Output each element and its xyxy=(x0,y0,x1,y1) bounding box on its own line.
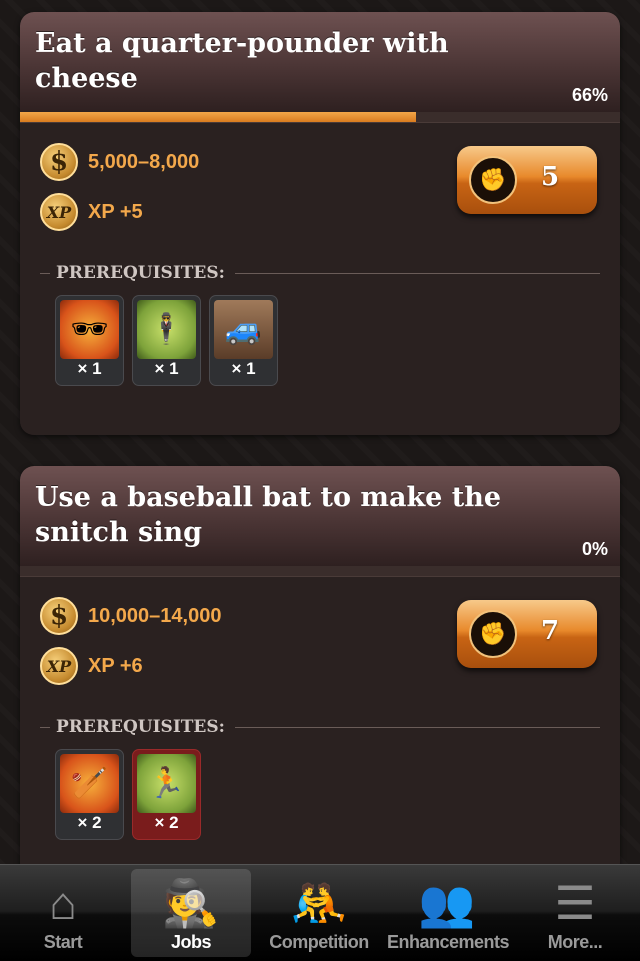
job-title: Eat a quarter-pounder with cheese xyxy=(35,28,449,94)
prereq-count: × 2 xyxy=(77,813,102,832)
prereq-count: × 2 xyxy=(154,813,179,832)
list-icon: ☰ xyxy=(554,877,596,929)
job-progress-percent: 0% xyxy=(581,539,608,559)
tab-start[interactable]: ⌂ Start xyxy=(3,869,123,957)
prereq-count: × 1 xyxy=(77,359,102,378)
job-body: $ 5,000–8,000 XP XP +5 ✊ 5 PREREQUISITES… xyxy=(20,123,620,435)
job-card: Eat a quarter-pounder with cheese 66% $ … xyxy=(20,12,620,435)
prereq-item[interactable]: 🕶 × 1 xyxy=(55,295,124,386)
do-job-button[interactable]: ✊ 5 xyxy=(457,146,597,214)
prereq-count: × 1 xyxy=(154,359,179,378)
job-header: Use a baseball bat to make the snitch si… xyxy=(20,466,620,566)
fist-icon: ✊ xyxy=(469,610,517,658)
xp-reward: XP XP +5 xyxy=(40,192,143,232)
house-icon: ⌂ xyxy=(49,877,77,929)
gangster-gun-icon: 🕵 xyxy=(162,876,220,929)
money-reward-value: 10,000–14,000 xyxy=(88,604,222,627)
gunmen-icon: 👥 xyxy=(418,876,476,929)
tab-label: Competition xyxy=(269,932,369,952)
tab-label: Jobs xyxy=(170,932,212,952)
tab-jobs[interactable]: 🕵 Jobs xyxy=(131,869,251,957)
job-progress-fill xyxy=(20,112,416,122)
prerequisites-list: 🏏 × 2 🏃 × 2 xyxy=(55,749,201,840)
tab-label: More... xyxy=(547,932,603,952)
money-reward: $ 5,000–8,000 xyxy=(40,142,199,182)
prerequisites-heading: PREREQUISITES: xyxy=(40,717,600,737)
car-icon: 🚙 xyxy=(214,300,273,359)
fight-icon: 🤼 xyxy=(290,876,348,929)
prereq-count: × 1 xyxy=(231,359,256,378)
money-reward: $ 10,000–14,000 xyxy=(40,596,221,636)
gangster-icon: 🕴 xyxy=(137,300,196,359)
running-man-icon: 🏃 xyxy=(137,754,196,813)
dollar-coin-icon: $ xyxy=(40,597,78,635)
tab-competition[interactable]: 🤼 Competition xyxy=(259,869,379,957)
dollar-coin-icon: $ xyxy=(40,143,78,181)
prerequisites-heading: PREREQUISITES: xyxy=(40,263,600,283)
job-progress-percent: 66% xyxy=(571,85,608,105)
prereq-item[interactable]: 🏏 × 2 xyxy=(55,749,124,840)
tab-bar: ⌂ Start 🕵 Jobs 🤼 Competition 👥 Enhanceme… xyxy=(0,864,640,961)
do-job-button[interactable]: ✊ 7 xyxy=(457,600,597,668)
xp-coin-icon: XP xyxy=(40,647,78,685)
fist-icon: ✊ xyxy=(469,156,517,204)
prereq-item[interactable]: 🚙 × 1 xyxy=(209,295,278,386)
baseball-bat-icon: 🏏 xyxy=(60,754,119,813)
tab-label: Start xyxy=(43,932,83,952)
xp-reward-value: XP +6 xyxy=(88,654,143,677)
job-title: Use a baseball bat to make the snitch si… xyxy=(35,482,502,548)
prereq-item[interactable]: 🕴 × 1 xyxy=(132,295,201,386)
job-progress-bar xyxy=(20,566,620,577)
prereq-item-missing[interactable]: 🏃 × 2 xyxy=(132,749,201,840)
sunglasses-icon: 🕶 xyxy=(60,300,119,359)
job-body: $ 10,000–14,000 XP XP +6 ✊ 7 PREREQUISIT… xyxy=(20,577,620,877)
job-header: Eat a quarter-pounder with cheese 66% xyxy=(20,12,620,112)
energy-cost: 7 xyxy=(541,616,560,646)
tab-more[interactable]: ☰ More... xyxy=(515,869,635,957)
job-progress-bar xyxy=(20,112,620,123)
xp-coin-icon: XP xyxy=(40,193,78,231)
prerequisites-list: 🕶 × 1 🕴 × 1 🚙 × 1 xyxy=(55,295,278,386)
energy-cost: 5 xyxy=(541,162,560,192)
xp-reward: XP XP +6 xyxy=(40,646,143,686)
job-card: Use a baseball bat to make the snitch si… xyxy=(20,466,620,877)
xp-reward-value: XP +5 xyxy=(88,200,143,223)
money-reward-value: 5,000–8,000 xyxy=(88,150,200,173)
tab-label: Enhancements xyxy=(387,932,510,952)
tab-enhancements[interactable]: 👥 Enhancements xyxy=(387,869,510,957)
